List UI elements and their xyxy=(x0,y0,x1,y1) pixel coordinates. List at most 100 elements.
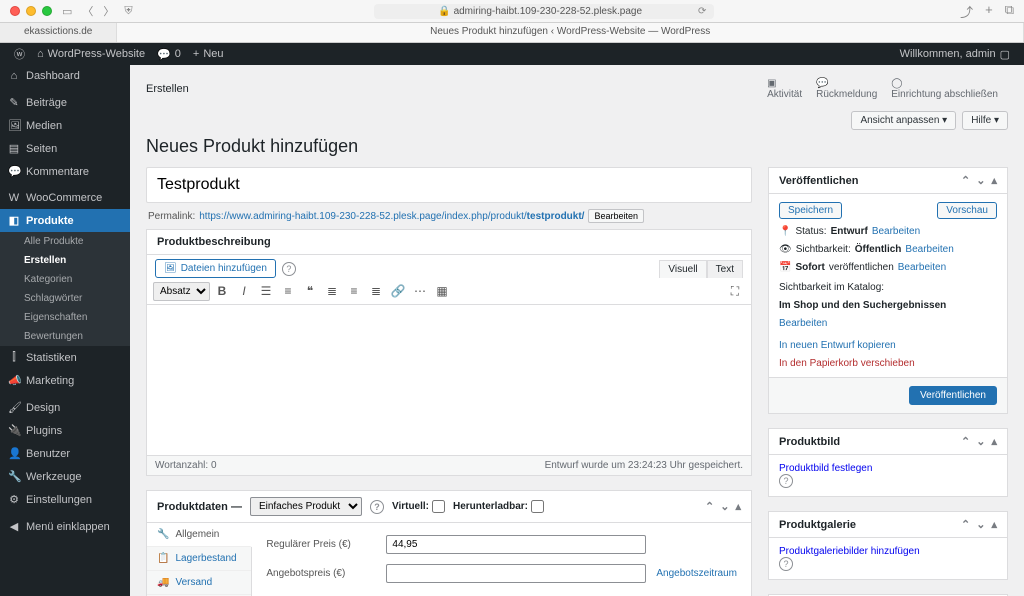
tab-inventory[interactable]: 📋Lagerbestand xyxy=(147,547,251,571)
bold-icon[interactable]: B xyxy=(212,281,232,301)
tab-shipping[interactable]: 🚚Versand xyxy=(147,571,251,595)
toggle-icon[interactable]: ▴ xyxy=(991,174,997,187)
editor-textarea[interactable] xyxy=(147,305,751,455)
edit-status-link[interactable]: Bearbeiten xyxy=(872,225,920,239)
tab-visual[interactable]: Visuell xyxy=(659,260,706,278)
schedule-link[interactable]: Angebotszeitraum xyxy=(656,568,737,579)
italic-icon[interactable]: I xyxy=(234,281,254,301)
number-list-icon[interactable]: ≡ xyxy=(278,281,298,301)
activity-panel[interactable]: ▣Aktivität xyxy=(767,78,802,100)
chevron-up-icon[interactable]: ⌃ xyxy=(961,174,970,187)
new-tab-icon[interactable]: + xyxy=(985,2,993,21)
url-bar[interactable]: 🔒 admiring-haibt.109-230-228-52.plesk.pa… xyxy=(374,4,714,19)
downloadable-checkbox[interactable] xyxy=(531,500,544,513)
traffic-lights xyxy=(10,6,52,16)
submenu-categories[interactable]: Kategorien xyxy=(0,270,130,289)
site-name[interactable]: ⌂ WordPress-Website xyxy=(31,48,151,60)
edit-visibility-link[interactable]: Bearbeiten xyxy=(905,243,953,257)
save-draft-button[interactable]: Speichern xyxy=(779,202,842,219)
more-icon[interactable]: ⋯ xyxy=(410,281,430,301)
menu-settings[interactable]: ⚙Einstellungen xyxy=(0,488,130,511)
add-media-button[interactable]: 🖼Dateien hinzufügen xyxy=(155,259,276,278)
menu-marketing[interactable]: 📣Marketing xyxy=(0,369,130,392)
forward-icon[interactable]: 〉 xyxy=(103,3,114,19)
toggle-icon[interactable]: ▴ xyxy=(735,500,741,513)
quote-icon[interactable]: ❝ xyxy=(300,281,320,301)
tabs-icon[interactable]: ⧉ xyxy=(1005,2,1014,21)
toolbar-toggle-icon[interactable]: ▦ xyxy=(432,281,452,301)
woo-icon: W xyxy=(8,192,20,204)
submenu-add-new[interactable]: Erstellen xyxy=(0,251,130,270)
maximize-window[interactable] xyxy=(42,6,52,16)
edit-permalink-button[interactable]: Bearbeiten xyxy=(588,209,644,223)
screen-options-button[interactable]: Ansicht anpassen ▾ xyxy=(851,111,956,130)
reload-icon[interactable]: ⟳ xyxy=(698,6,706,17)
menu-comments[interactable]: 💬Kommentare xyxy=(0,160,130,183)
draft-saved: Entwurf wurde um 23:24:23 Uhr gespeicher… xyxy=(545,460,743,471)
help-icon[interactable]: ? xyxy=(370,500,384,514)
chevron-down-icon[interactable]: ⌄ xyxy=(976,174,985,187)
comments-icon: 💬 xyxy=(8,165,20,178)
tab-text[interactable]: Text xyxy=(707,260,743,278)
setup-panel[interactable]: ◯Einrichtung abschließen xyxy=(891,78,998,100)
chevron-down-icon[interactable]: ⌄ xyxy=(720,500,729,513)
share-icon[interactable]: ⤴ xyxy=(960,2,973,21)
align-left-icon[interactable]: ≣ xyxy=(322,281,342,301)
menu-posts[interactable]: ✎Beiträge xyxy=(0,91,130,114)
help-icon[interactable]: ? xyxy=(779,557,793,571)
bullet-list-icon[interactable]: ☰ xyxy=(256,281,276,301)
add-gallery-link[interactable]: Produktgaleriebilder hinzufügen xyxy=(779,546,920,557)
menu-collapse[interactable]: ◀Menü einklappen xyxy=(0,515,130,538)
align-right-icon[interactable]: ≣ xyxy=(366,281,386,301)
product-type-select[interactable]: Einfaches Produkt xyxy=(250,497,362,516)
regular-price-input[interactable] xyxy=(386,535,646,554)
publish-button[interactable]: Veröffentlichen xyxy=(909,386,997,405)
help-icon[interactable]: ? xyxy=(779,474,793,488)
fullscreen-icon[interactable]: ⛶ xyxy=(725,281,745,301)
permalink-link[interactable]: https://www.admiring-haibt.109-230-228-5… xyxy=(199,211,584,222)
help-button[interactable]: Hilfe ▾ xyxy=(962,111,1008,130)
minimize-window[interactable] xyxy=(26,6,36,16)
tab-2[interactable]: Neues Produkt hinzufügen ‹ WordPress-Web… xyxy=(117,23,1024,42)
align-center-icon[interactable]: ≡ xyxy=(344,281,364,301)
link-icon[interactable]: 🔗 xyxy=(388,281,408,301)
product-title-input[interactable] xyxy=(146,167,752,203)
tab-general[interactable]: 🔧Allgemein xyxy=(147,523,252,547)
preview-button[interactable]: Vorschau xyxy=(937,202,997,219)
menu-woocommerce[interactable]: WWooCommerce xyxy=(0,187,130,209)
format-select[interactable]: Absatz xyxy=(153,282,210,301)
wp-logo[interactable]: ⓦ xyxy=(8,46,31,62)
set-product-image-link[interactable]: Produktbild festlegen xyxy=(779,463,872,474)
sidebar-toggle-icon[interactable]: ▭ xyxy=(62,5,72,18)
submenu-tags[interactable]: Schlagwörter xyxy=(0,289,130,308)
copy-draft-link[interactable]: In neuen Entwurf kopieren xyxy=(779,339,896,353)
menu-media[interactable]: 🖼Medien xyxy=(0,114,130,137)
edit-schedule-link[interactable]: Bearbeiten xyxy=(898,261,946,275)
edit-catalog-link[interactable]: Bearbeiten xyxy=(779,317,827,331)
submenu-all-products[interactable]: Alle Produkte xyxy=(0,232,130,251)
menu-users[interactable]: 👤Benutzer xyxy=(0,442,130,465)
menu-dashboard[interactable]: ⌂Dashboard xyxy=(0,65,130,87)
back-icon[interactable]: 〈 xyxy=(82,3,93,19)
new-content[interactable]: + Neu xyxy=(187,48,230,60)
product-gallery-heading: Produktgalerie xyxy=(779,519,856,531)
privacy-shield-icon[interactable]: ⛨ xyxy=(124,5,132,18)
virtual-checkbox[interactable] xyxy=(432,500,445,513)
my-account[interactable]: Willkommen, admin ▢ xyxy=(894,48,1016,61)
comments-bubble[interactable]: 💬 0 xyxy=(151,48,187,61)
menu-products[interactable]: ◧Produkte xyxy=(0,209,130,232)
trash-link[interactable]: In den Papierkorb verschieben xyxy=(779,357,915,371)
menu-plugins[interactable]: 🔌Plugins xyxy=(0,419,130,442)
submenu-attributes[interactable]: Eigenschaften xyxy=(0,308,130,327)
chevron-up-icon[interactable]: ⌃ xyxy=(705,500,714,513)
menu-tools[interactable]: 🔧Werkzeuge xyxy=(0,465,130,488)
help-icon[interactable]: ? xyxy=(282,262,296,276)
close-window[interactable] xyxy=(10,6,20,16)
tab-1[interactable]: ekassictions.de xyxy=(0,23,117,42)
sale-price-input[interactable] xyxy=(386,564,646,583)
menu-pages[interactable]: ▤Seiten xyxy=(0,137,130,160)
menu-analytics[interactable]: ⫿Statistiken xyxy=(0,346,130,369)
feedback-panel[interactable]: 💬Rückmeldung xyxy=(816,78,877,100)
menu-appearance[interactable]: 🖌Design xyxy=(0,396,130,419)
submenu-reviews[interactable]: Bewertungen xyxy=(0,327,130,346)
